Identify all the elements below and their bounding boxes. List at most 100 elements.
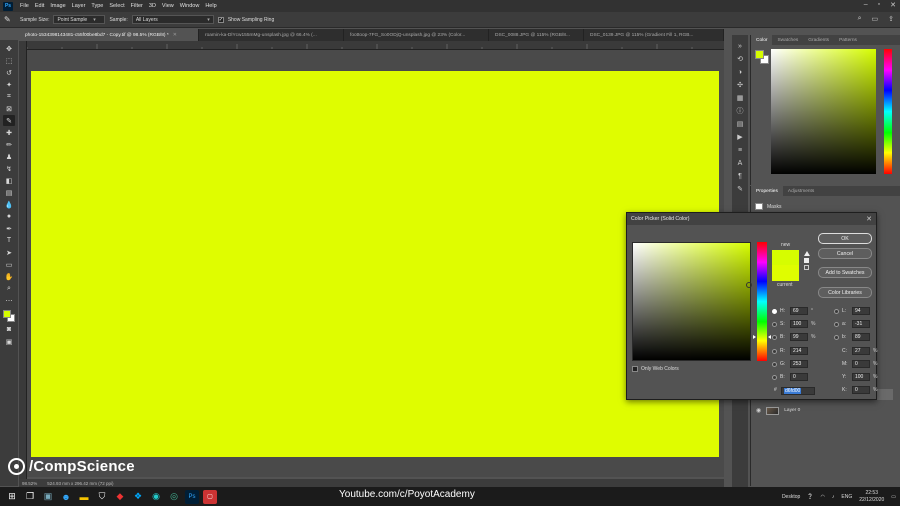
dodge-tool-icon[interactable]: ● [3,211,15,222]
character-icon[interactable]: A [735,158,746,168]
eraser-icon[interactable]: ◧ [3,175,15,186]
edge-icon[interactable]: ◉ [149,490,163,504]
lab-l-input[interactable]: 94 [852,307,870,315]
history-brush-icon[interactable]: ↯ [3,163,15,174]
adjustments-icon[interactable]: ◑ [735,67,746,77]
tab-gradients[interactable]: Gradients [803,35,834,45]
eyedropper-icon[interactable]: ✎ [3,115,15,126]
history-icon[interactable]: ⟲ [735,54,746,64]
people-icon[interactable]: ☻ [59,490,73,504]
windows-start-icon[interactable]: ⊞ [5,490,19,504]
move-tool-icon[interactable]: ✥ [3,43,15,54]
horizontal-ruler[interactable] [27,41,724,50]
blue-input[interactable]: 0 [790,373,808,381]
brightness-input[interactable]: 99 [790,333,808,341]
menu-help[interactable]: Help [202,3,219,9]
file-explorer-icon[interactable]: ▬ [77,490,91,504]
menu-edit[interactable]: Edit [32,3,47,9]
task-view-icon[interactable]: ❐ [23,490,37,504]
screen-mode-icon[interactable]: ▣ [3,336,15,347]
recorder-icon[interactable]: ▢ [203,489,217,504]
paragraph-icon[interactable]: ¶ [735,171,746,181]
collapse-icon[interactable]: » [735,41,746,51]
magenta-input[interactable]: 0 [852,360,870,368]
close-window-icon[interactable]: ✕ [890,1,896,9]
type-tool-icon[interactable]: T [3,235,15,246]
eyedropper-tool-icon[interactable]: ✎ [4,15,16,25]
radio-lab-b[interactable] [834,334,839,340]
saturation-brightness-field[interactable] [632,242,752,361]
quick-mask-icon[interactable]: ◙ [3,324,15,335]
radio-lab-l[interactable] [834,308,839,314]
gamut-warning-icon[interactable] [804,251,810,256]
tab-document-1[interactable]: photo-1534398143481-c55f00be8bd7 - Copy.… [19,29,199,41]
hue-arrow-right-icon[interactable] [768,335,771,339]
color-marker[interactable] [746,282,752,288]
document-canvas[interactable] [31,71,719,457]
brush-tool-icon[interactable]: ✏ [3,139,15,150]
red-input[interactable]: 214 [790,347,808,355]
panel-hue-slider[interactable] [884,49,892,174]
search-icon[interactable]: ⌕ [858,15,862,23]
clock[interactable]: 22:53 22/12/2020 [859,490,884,504]
radio-brightness[interactable] [772,334,777,340]
rectangle-tool-icon[interactable]: ▭ [3,259,15,270]
saturation-input[interactable]: 100 [790,320,808,328]
healing-brush-icon[interactable]: ✚ [3,127,15,138]
wifi-icon[interactable]: ◠ [821,494,825,500]
hue-slider[interactable] [757,242,767,361]
menu-layer[interactable]: Layer [69,3,89,9]
sample-size-select[interactable]: Point Sample ▾ [53,15,106,24]
hue-input[interactable]: 69 [790,307,808,315]
close-icon[interactable]: ✕ [866,215,872,223]
tab-document-4[interactable]: DSC_0088.JPG @ 115% (RGB/8... [489,29,584,41]
hex-input[interactable]: d6fd00 [781,387,815,395]
sample-select[interactable]: All Layers ▾ [131,15,214,24]
ok-button[interactable]: OK [818,233,872,244]
help-icon[interactable]: ❔ [807,494,813,500]
radio-red[interactable] [772,348,777,354]
radio-blue[interactable] [772,374,777,380]
panel-fg-bg-swatch[interactable] [755,50,769,64]
foreground-color-swatch[interactable] [3,310,11,318]
media-player-icon[interactable]: ▣ [41,490,55,504]
minimize-icon[interactable]: – [864,1,868,9]
anydesk-icon[interactable]: ◆ [113,490,127,504]
info-icon[interactable]: ⓘ [735,106,746,116]
radio-lab-a[interactable] [834,321,839,327]
radio-saturation[interactable] [772,321,777,327]
magic-wand-icon[interactable]: ✦ [3,79,15,90]
green-input[interactable]: 253 [790,360,808,368]
radio-green[interactable] [772,361,777,367]
panel-foreground-swatch[interactable] [755,50,764,59]
canvas-area[interactable] [27,50,724,477]
lab-b-input[interactable]: 89 [852,333,870,341]
menu-3d[interactable]: 3D [146,3,159,9]
layer-row[interactable]: ◉ Layer 0 [751,405,900,416]
foreground-background-swatches[interactable] [2,309,16,323]
black-input[interactable]: 0 [852,386,870,394]
tab-document-5[interactable]: DSC_0139.JPG @ 115% (Gradient Fill 1, RG… [584,29,724,41]
menu-view[interactable]: View [159,3,177,9]
path-select-icon[interactable]: ➤ [3,247,15,258]
vertical-ruler[interactable] [19,41,27,487]
menu-type[interactable]: Type [88,3,106,9]
actions-icon[interactable]: ▶ [735,132,746,142]
desktop-label[interactable]: Desktop [782,494,800,500]
tab-swatches[interactable]: Swatches [772,35,803,45]
store-icon[interactable]: ⛉ [95,490,109,504]
tool-presets-icon[interactable]: ✎ [735,184,746,194]
hand-tool-icon[interactable]: ✋ [3,271,15,282]
pen-tool-icon[interactable]: ✒ [3,223,15,234]
marquee-tool-icon[interactable]: ⬚ [3,55,15,66]
lab-a-input[interactable]: -31 [852,320,870,328]
panel-saturation-field[interactable] [771,49,876,174]
cyan-input[interactable]: 27 [852,347,870,355]
close-icon[interactable]: ✕ [173,33,177,38]
tab-document-2[interactable]: roamin-ka-DlYcw155mMg-unsplash.jpg @ 66.… [199,29,344,41]
dropbox-icon[interactable]: ❖ [131,490,145,504]
menu-file[interactable]: File [17,3,32,9]
menu-window[interactable]: Window [177,3,203,9]
show-sampling-ring-checkbox[interactable]: ✓ [217,16,224,23]
libraries-icon[interactable]: ▦ [735,93,746,103]
